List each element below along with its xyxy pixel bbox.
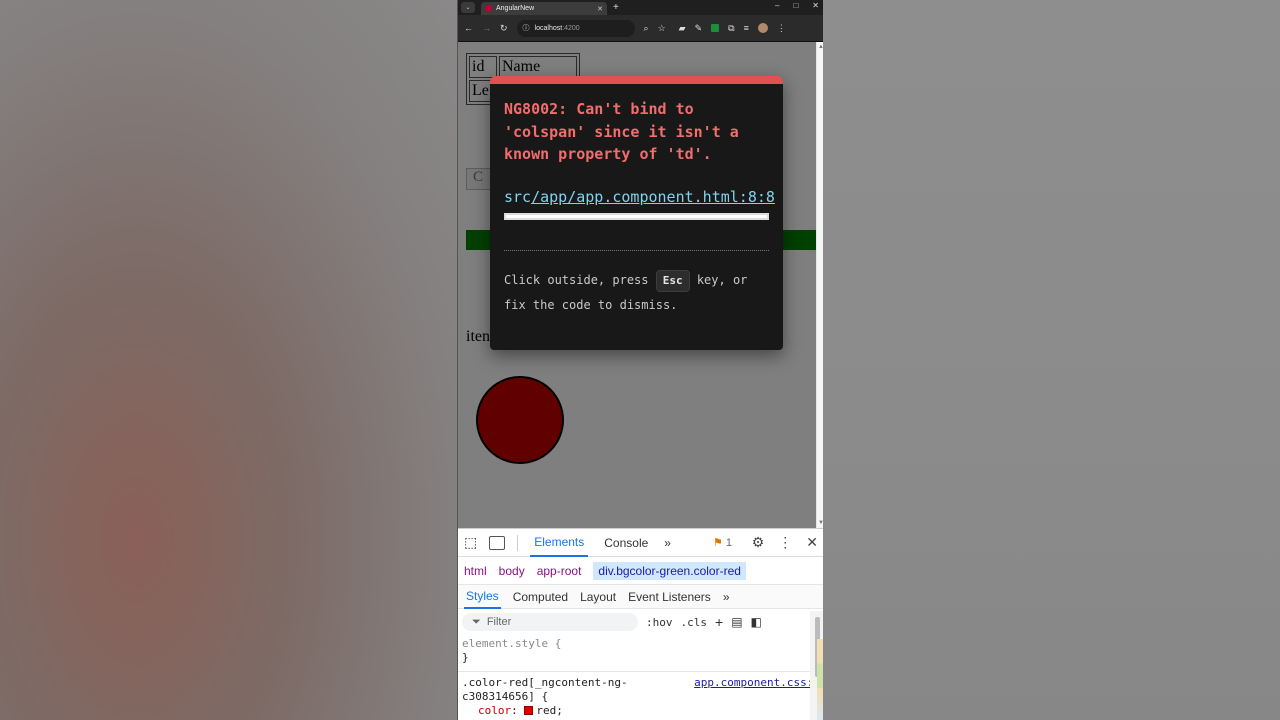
- filter-funnel-icon: ⏷: [472, 615, 481, 628]
- file-prefix: src: [504, 187, 532, 206]
- maximize-button[interactable]: □: [793, 1, 798, 10]
- back-arrow-icon[interactable]: ←: [464, 23, 473, 33]
- new-style-rule-icon[interactable]: +: [715, 614, 723, 630]
- minimize-button[interactable]: –: [775, 1, 779, 10]
- browser-tab[interactable]: AngularNew ✕: [481, 2, 607, 15]
- error-message: NG8002: Can't bind to 'colspan' since it…: [504, 100, 739, 163]
- more-subtabs-chevron-icon[interactable]: »: [723, 590, 730, 604]
- title-bar: ⌄ AngularNew ✕ + – □ ✕: [458, 0, 823, 15]
- extension-icon[interactable]: ▰: [679, 23, 686, 34]
- close-brace: }: [462, 651, 469, 664]
- file-link[interactable]: /app/app.component.html:8:8: [531, 188, 775, 206]
- toggle-sidebar-icon[interactable]: ◧: [751, 615, 762, 629]
- browser-window: ⌄ AngularNew ✕ + – □ ✕ ← → ↻ ⓘ localhost…: [457, 0, 823, 720]
- browser-toolbar: ← → ↻ ⓘ localhost:4200 ⌕ ☆ ▰ ✎ ⧉ ≡ ⋮: [458, 15, 823, 42]
- tab-title: AngularNew: [496, 5, 535, 12]
- close-devtools-icon[interactable]: ✕: [806, 534, 818, 551]
- page-viewport: id Name Le C iten NG8002: Can't bind to …: [458, 42, 823, 528]
- tab-elements[interactable]: Elements: [530, 529, 589, 557]
- css-property-color[interactable]: color: red;: [462, 704, 820, 718]
- settings-gear-icon[interactable]: ⚙: [752, 534, 765, 551]
- devtools-tabbar: ⬚ Elements Console » ⚑ 1 ⚙ ⋮ ✕: [458, 529, 823, 557]
- hint-before: Click outside, press: [504, 272, 656, 287]
- dismiss-hint: Click outside, press Esc key, or fix the…: [504, 268, 769, 318]
- forward-arrow-icon[interactable]: →: [482, 23, 491, 33]
- devtools-panel: ⬚ Elements Console » ⚑ 1 ⚙ ⋮ ✕ html body…: [458, 528, 823, 720]
- error-overlay: NG8002: Can't bind to 'colspan' since it…: [490, 76, 783, 350]
- breadcrumb: html body app-root div.bgcolor-green.col…: [458, 557, 823, 585]
- device-toolbar-icon[interactable]: [489, 535, 506, 550]
- extensions-area: ▰ ✎ ⧉ ≡ ⋮: [679, 23, 786, 34]
- code-frame: [504, 212, 769, 220]
- green-extension-icon[interactable]: [711, 24, 720, 32]
- menu-kebab-icon[interactable]: ⋮: [777, 23, 786, 34]
- devtools-actions: ⚙ ⋮ ✕: [752, 534, 818, 551]
- property-value[interactable]: red;: [536, 704, 563, 717]
- address-bar[interactable]: ⓘ localhost:4200: [516, 19, 635, 37]
- filter-placeholder: Filter: [486, 616, 512, 628]
- rule-selector-line1[interactable]: .color-red[_ngcontent-ng-: [462, 676, 628, 690]
- styles-subtabs: Styles Computed Layout Event Listeners »: [458, 585, 823, 609]
- cls-toggle[interactable]: .cls: [681, 616, 708, 629]
- page-scrollbar[interactable]: ▲ ▼: [816, 42, 823, 528]
- filter-input[interactable]: ⏷ Filter: [462, 613, 638, 631]
- separator: [517, 534, 519, 551]
- tab-search-button[interactable]: ⌄: [461, 2, 475, 13]
- pen-extension-icon[interactable]: ✎: [695, 23, 703, 34]
- zoom-icon[interactable]: ⌕: [644, 23, 649, 34]
- styles-pane: element.style { } .color-red[_ngcontent-…: [458, 635, 823, 720]
- rule-source-link[interactable]: app.component.css:6: [694, 676, 820, 690]
- profile-avatar[interactable]: [757, 23, 768, 33]
- reload-icon[interactable]: ↻: [500, 23, 508, 34]
- scroll-down-icon[interactable]: ▼: [818, 520, 823, 526]
- issues-badge[interactable]: ⚑ 1: [713, 536, 732, 549]
- element-style-selector[interactable]: element.style {: [462, 637, 820, 651]
- chevron-down-icon: ⌄: [465, 5, 471, 11]
- paint-brush-icon[interactable]: ▤: [731, 615, 742, 629]
- url-host: localhost: [534, 24, 563, 32]
- breadcrumb-body[interactable]: body: [499, 564, 525, 578]
- scroll-up-icon[interactable]: ▲: [818, 44, 823, 50]
- window-controls: – □ ✕: [775, 1, 819, 10]
- breadcrumb-app-root[interactable]: app-root: [537, 564, 582, 578]
- subtab-styles[interactable]: Styles: [464, 585, 501, 609]
- property-name: color: [478, 704, 512, 717]
- subtab-computed[interactable]: Computed: [513, 590, 568, 604]
- background-blur-left: [0, 0, 457, 720]
- subtab-event-listeners[interactable]: Event Listeners: [628, 590, 711, 604]
- rule-divider: [458, 671, 823, 672]
- esc-key-badge: Esc: [655, 269, 690, 292]
- divider: [504, 249, 769, 251]
- extensions-puzzle-icon[interactable]: ⧉: [728, 23, 734, 34]
- close-window-button[interactable]: ✕: [812, 1, 819, 10]
- site-info-icon[interactable]: ⓘ: [523, 23, 530, 33]
- breadcrumb-selected-div[interactable]: div.bgcolor-green.color-red: [593, 561, 746, 580]
- rule-selector-line2[interactable]: c308314656] {: [462, 690, 820, 704]
- css-rule-header: .color-red[_ngcontent-ng- app.component.…: [462, 676, 820, 690]
- error-file-location: src/app/app.component.html:8:8: [504, 184, 775, 210]
- angular-favicon-icon: [485, 5, 492, 12]
- color-swatch[interactable]: [524, 706, 534, 715]
- styles-overview-strip: [817, 639, 823, 720]
- background-blur-right: [823, 0, 1280, 720]
- tab-close-icon[interactable]: ✕: [597, 5, 603, 13]
- more-options-icon[interactable]: ⋮: [778, 534, 792, 551]
- url-port: :4200: [562, 24, 580, 32]
- styles-filter-row: ⏷ Filter :hov .cls + ▤ ◧: [458, 609, 823, 635]
- new-tab-button[interactable]: +: [613, 2, 619, 13]
- breadcrumb-html[interactable]: html: [464, 564, 487, 578]
- subtab-layout[interactable]: Layout: [580, 590, 616, 604]
- more-tabs-chevron-icon[interactable]: »: [664, 536, 671, 550]
- media-control-icon[interactable]: ≡: [744, 23, 749, 33]
- issues-count: 1: [725, 537, 733, 549]
- bookmark-star-icon[interactable]: ☆: [658, 23, 666, 34]
- tab-console[interactable]: Console: [600, 530, 652, 556]
- hov-toggle[interactable]: :hov: [646, 616, 673, 629]
- inspect-element-icon[interactable]: ⬚: [464, 534, 477, 551]
